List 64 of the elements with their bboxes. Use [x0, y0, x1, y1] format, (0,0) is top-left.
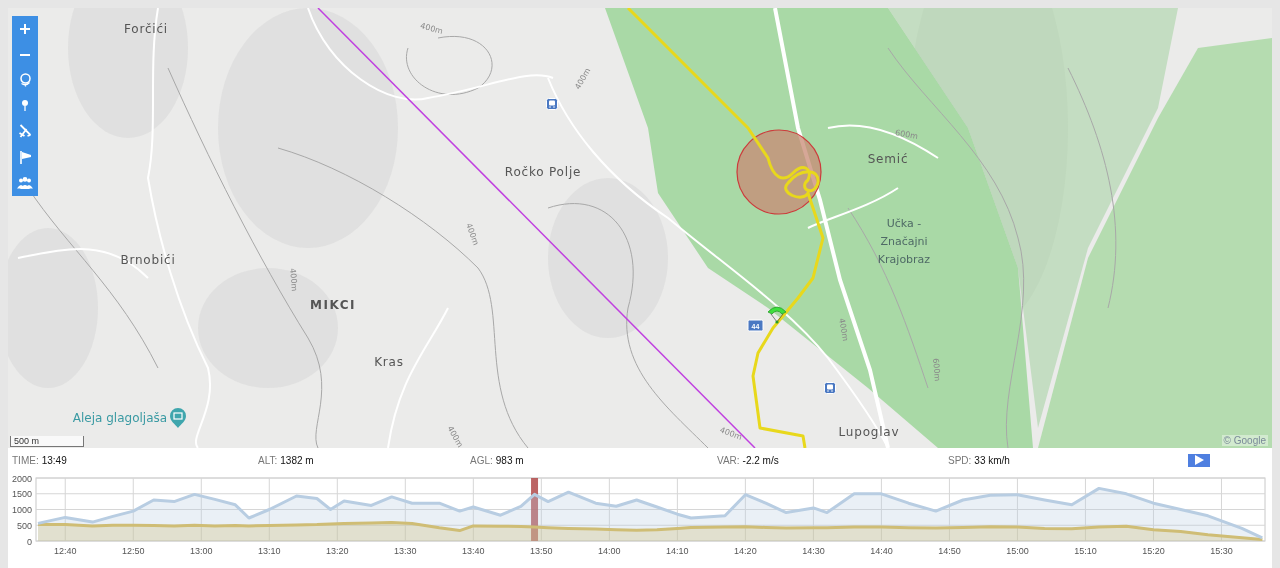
x-tick-label: 13:30 — [394, 546, 417, 556]
pin-icon — [22, 100, 28, 112]
x-tick-label: 12:50 — [122, 546, 145, 556]
y-tick-label: 500 — [16, 520, 32, 531]
y-tick-label: 2000 — [11, 473, 32, 484]
stat-value: 1382 m — [280, 454, 314, 466]
x-tick-label: 14:30 — [802, 546, 825, 556]
x-tick-label: 13:10 — [258, 546, 281, 556]
x-tick-label: 13:40 — [462, 546, 485, 556]
x-tick-label: 13:20 — [326, 546, 349, 556]
place-label: Ročko Polje — [504, 165, 582, 179]
park-label: Učka - Značajni Krajobraz — [877, 217, 931, 266]
time-cursor[interactable] — [531, 478, 539, 541]
y-tick-label: 0 — [27, 536, 32, 547]
zoom-in-icon — [20, 23, 30, 34]
place-label: Lupoglav — [838, 425, 900, 439]
stat-label: TIME: — [12, 454, 39, 466]
place-label: Brnobići — [120, 253, 176, 267]
y-tick-label: 1500 — [11, 489, 32, 500]
play-icon — [1194, 455, 1204, 465]
x-tick-label: 14:40 — [870, 546, 893, 556]
x-tick-label: 14:20 — [734, 546, 757, 556]
stat-value: -2.2 m/s — [742, 454, 779, 466]
stat-label: AGL: — [470, 454, 493, 466]
x-tick-label: 15:30 — [1210, 546, 1233, 556]
paraglider-icon — [767, 306, 787, 324]
globe-icon — [19, 73, 31, 88]
poi-label: Aleja glagoljaša — [72, 411, 168, 425]
contour-label: 400m — [288, 267, 299, 292]
stat-value: 983 m — [495, 454, 524, 466]
contour-label: 600m — [931, 357, 942, 382]
play-button[interactable] — [1188, 453, 1210, 467]
x-tick-label: 15:20 — [1142, 546, 1165, 556]
x-tick-label: 14:00 — [598, 546, 621, 556]
attribution: © Google — [1221, 435, 1268, 446]
x-tick-label: 13:00 — [190, 546, 213, 556]
place-label: Semić — [867, 152, 909, 166]
contour-label: 400m — [419, 21, 444, 36]
area-label: MIKCI — [310, 298, 356, 312]
scale-bar: 500 m — [10, 436, 84, 447]
stat-label: VAR: — [717, 454, 740, 466]
contour-label: 400m — [837, 317, 850, 342]
stat-label: ALT: — [258, 454, 278, 466]
windsock-icon — [19, 150, 31, 164]
train-station-icon — [546, 98, 558, 110]
people-icon — [17, 176, 33, 190]
x-tick-label: 15:00 — [1006, 546, 1029, 556]
place-label: Kras — [374, 355, 404, 369]
place-label: Forčići — [124, 22, 168, 36]
contour-label: 400m — [718, 425, 744, 442]
museum-pin-icon — [170, 408, 186, 428]
x-tick-label: 14:50 — [938, 546, 961, 556]
x-tick-label: 13:50 — [530, 546, 553, 556]
contour-label: 400m — [464, 221, 481, 247]
stat-value: 13:49 — [41, 454, 67, 466]
y-tick-label: 1000 — [11, 505, 32, 515]
stat-value: 33 km/h — [974, 454, 1010, 466]
train-station-icon — [824, 382, 836, 394]
x-tick-label: 15:10 — [1074, 546, 1097, 556]
x-tick-label: 14:10 — [666, 546, 689, 556]
zoom-out-icon — [20, 53, 30, 56]
contour-label: 600m — [894, 128, 919, 141]
stat-label: SPD: — [948, 454, 972, 466]
x-tick-label: 12:40 — [54, 546, 77, 556]
